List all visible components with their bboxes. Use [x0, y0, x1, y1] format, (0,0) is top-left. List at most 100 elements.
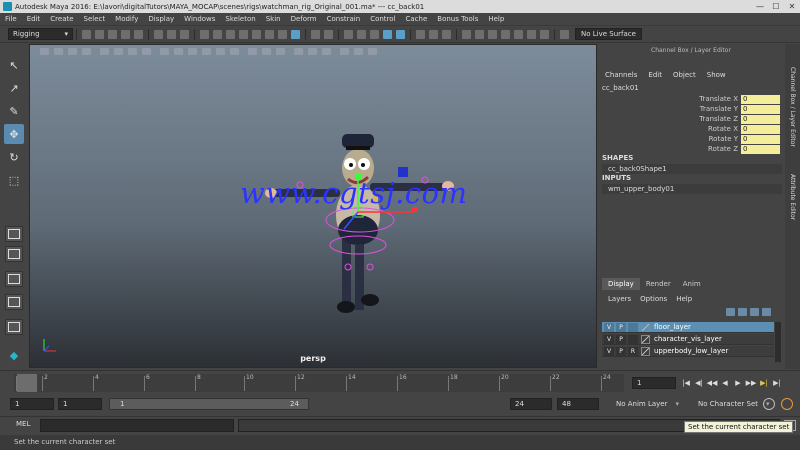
render-frame-icon[interactable]: [475, 29, 484, 39]
attribute-row[interactable]: Translate Y 0: [599, 104, 785, 114]
select-handles-icon[interactable]: [200, 29, 209, 39]
paint-select-tool-icon[interactable]: ✎: [4, 101, 24, 121]
step-forward-frame-button[interactable]: ▶▶: [745, 377, 757, 389]
rotate-tool-icon[interactable]: ↻: [4, 147, 24, 167]
go-to-start-button[interactable]: |◀: [680, 377, 692, 389]
menu-bonus-tools[interactable]: Bonus Tools: [432, 15, 483, 23]
make-live-icon[interactable]: [396, 29, 405, 39]
input-node-item[interactable]: wm_upper_body01: [602, 184, 782, 194]
attribute-row[interactable]: Translate Z 0: [599, 114, 785, 124]
highlight-selection-icon[interactable]: [324, 29, 333, 39]
maximize-button[interactable]: ☐: [768, 0, 784, 13]
tab-render[interactable]: Render: [640, 278, 677, 290]
tab-display[interactable]: Display: [602, 278, 640, 290]
select-joints-icon[interactable]: [213, 29, 222, 39]
four-pane-layout-icon[interactable]: [5, 246, 23, 262]
display-type-toggle[interactable]: [628, 334, 638, 344]
rotate-x-field[interactable]: 0: [741, 124, 780, 134]
ipr-render-icon[interactable]: [488, 29, 497, 39]
attribute-row[interactable]: Rotate X 0: [599, 124, 785, 134]
current-time-indicator[interactable]: [17, 374, 37, 392]
new-layer-icon[interactable]: [750, 308, 759, 316]
layer-scrollbar[interactable]: [775, 322, 781, 362]
lock-selection-icon[interactable]: [311, 29, 320, 39]
new-scene-icon[interactable]: [82, 29, 91, 39]
show-menu[interactable]: Show: [707, 71, 726, 79]
visibility-toggle[interactable]: V: [604, 334, 614, 344]
menu-select[interactable]: Select: [79, 15, 111, 23]
anim-layer-dropdown[interactable]: No Anim Layer: [610, 398, 679, 410]
menu-skeleton[interactable]: Skeleton: [220, 15, 260, 23]
single-pane-layout-icon[interactable]: [5, 226, 23, 242]
command-input[interactable]: [40, 419, 234, 432]
layer-color-swatch[interactable]: [641, 334, 650, 344]
playback-start-field[interactable]: 1: [58, 398, 102, 410]
translate-y-field[interactable]: 0: [741, 104, 780, 114]
minimize-button[interactable]: —: [752, 0, 768, 13]
playback-toggle[interactable]: P: [616, 322, 626, 332]
playback-toggle[interactable]: P: [616, 346, 626, 356]
side-by-side-layout-icon[interactable]: [5, 271, 23, 287]
snap-grid-icon[interactable]: [344, 29, 353, 39]
select-curves-icon[interactable]: [226, 29, 235, 39]
attribute-row[interactable]: Translate X 0: [599, 94, 785, 104]
layer-row[interactable]: V P character_vis_layer: [602, 334, 774, 345]
render-view-icon[interactable]: [462, 29, 471, 39]
hypershade-icon[interactable]: [514, 29, 523, 39]
help-menu[interactable]: Help: [676, 295, 692, 303]
select-misc-icon[interactable]: [291, 29, 300, 39]
channels-menu[interactable]: Channels: [605, 71, 637, 79]
attribute-editor-side-tab[interactable]: Attribute Editor: [786, 150, 799, 245]
select-surfaces-icon[interactable]: [239, 29, 248, 39]
go-to-end-button[interactable]: ▶|: [771, 377, 783, 389]
move-layer-up-icon[interactable]: [726, 308, 735, 316]
shape-node-item[interactable]: cc_back0Shape1: [602, 164, 782, 174]
stacked-layout-icon[interactable]: [5, 294, 23, 310]
layer-color-swatch[interactable]: [641, 346, 650, 356]
options-menu[interactable]: Options: [640, 295, 667, 303]
select-hierarchy-icon[interactable]: [154, 29, 163, 39]
edit-menu[interactable]: Edit: [648, 71, 662, 79]
rotate-z-field[interactable]: 0: [741, 144, 780, 154]
playback-toggle[interactable]: P: [616, 334, 626, 344]
open-scene-icon[interactable]: [95, 29, 104, 39]
lasso-tool-icon[interactable]: ↗: [4, 78, 24, 98]
translate-x-field[interactable]: 0: [741, 94, 780, 104]
step-back-key-button[interactable]: ◀|: [693, 377, 705, 389]
channel-box-side-tab[interactable]: Channel Box / Layer Editor: [786, 52, 799, 162]
display-type-toggle[interactable]: R: [628, 346, 638, 356]
menu-help[interactable]: Help: [483, 15, 509, 23]
light-editor-icon[interactable]: [540, 29, 549, 39]
menu-windows[interactable]: Windows: [179, 15, 220, 23]
menu-cache[interactable]: Cache: [401, 15, 433, 23]
character-set-dropdown[interactable]: No Character Set: [692, 398, 770, 410]
snap-curve-icon[interactable]: [357, 29, 366, 39]
layer-row[interactable]: V P R upperbody_low_layer: [602, 346, 774, 357]
undo-icon[interactable]: [121, 29, 130, 39]
translate-z-field[interactable]: 0: [741, 114, 780, 124]
layers-menu[interactable]: Layers: [608, 295, 631, 303]
redo-icon[interactable]: [134, 29, 143, 39]
render-setup-icon[interactable]: [527, 29, 536, 39]
attribute-row[interactable]: Rotate Y 0: [599, 134, 785, 144]
snap-view-plane-icon[interactable]: [383, 29, 392, 39]
save-scene-icon[interactable]: [108, 29, 117, 39]
select-tool-icon[interactable]: ↖: [4, 55, 24, 75]
time-slider-track[interactable]: 1 2 4 6 8 10 12 14 16 18 20 22 24: [14, 374, 624, 392]
object-menu[interactable]: Object: [673, 71, 696, 79]
step-forward-key-button[interactable]: ▶|: [758, 377, 770, 389]
select-dynamics-icon[interactable]: [265, 29, 274, 39]
menu-deform[interactable]: Deform: [286, 15, 322, 23]
select-deformations-icon[interactable]: [252, 29, 261, 39]
new-layer-selected-icon[interactable]: [762, 308, 771, 316]
tab-anim[interactable]: Anim: [677, 278, 707, 290]
visibility-toggle[interactable]: V: [604, 322, 614, 332]
range-slider-bar[interactable]: 1 24: [109, 398, 309, 410]
animation-start-field[interactable]: 1: [10, 398, 54, 410]
menu-control[interactable]: Control: [365, 15, 400, 23]
input-ops-icon[interactable]: [416, 29, 425, 39]
menu-set-dropdown[interactable]: Rigging ▾: [8, 28, 73, 40]
step-back-frame-button[interactable]: ◀◀: [706, 377, 718, 389]
animation-end-field[interactable]: 48: [557, 398, 599, 410]
menu-modify[interactable]: Modify: [110, 15, 143, 23]
